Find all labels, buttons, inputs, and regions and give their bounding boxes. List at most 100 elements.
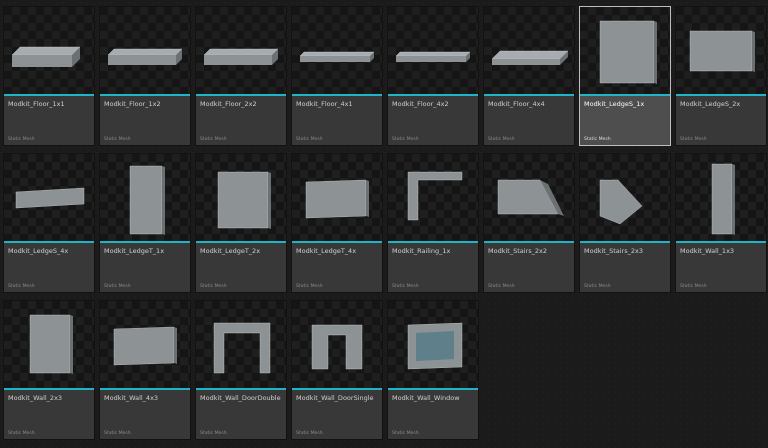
asset-info: Modkit_Stairs_2x2 Static Mesh (484, 243, 574, 292)
asset-name: Modkit_LedgeS_1x (584, 100, 645, 108)
asset-type-label: Static Mesh (392, 284, 419, 289)
asset-thumbnail (388, 154, 478, 241)
asset-tile[interactable]: Modkit_Wall_DoorDouble Static Mesh (195, 300, 287, 440)
mesh-preview-icon (15, 187, 85, 209)
asset-tile[interactable]: Modkit_Floor_2x2 Static Mesh (195, 6, 287, 146)
asset-tile[interactable]: Modkit_Wall_1x3 Static Mesh (675, 153, 767, 293)
asset-type-label: Static Mesh (104, 137, 131, 142)
asset-info: Modkit_Floor_2x2 Static Mesh (196, 96, 286, 145)
asset-type-label: Static Mesh (296, 137, 323, 142)
asset-thumbnail (100, 154, 190, 241)
asset-thumbnail (4, 301, 94, 388)
asset-name: Modkit_LedgeS_2x (680, 100, 741, 108)
asset-tile[interactable]: Modkit_Floor_4x1 Static Mesh (291, 6, 383, 146)
asset-thumbnail (580, 154, 670, 241)
asset-info: Modkit_Floor_4x4 Static Mesh (484, 96, 574, 145)
asset-tile[interactable]: Modkit_Floor_4x2 Static Mesh (387, 6, 479, 146)
mesh-preview-icon (311, 324, 363, 370)
asset-thumbnail (676, 154, 766, 241)
asset-grid: Modkit_Floor_1x1 Static Mesh Modkit_Floor_… (0, 0, 768, 448)
asset-tile[interactable]: Modkit_LedgeS_4x Static Mesh (3, 153, 95, 293)
asset-type-label: Static Mesh (200, 284, 227, 289)
mesh-preview-icon (395, 51, 471, 62)
asset-thumbnail (676, 7, 766, 94)
asset-type-label: Static Mesh (8, 137, 35, 142)
asset-tile[interactable]: Modkit_Wall_Window Static Mesh (387, 300, 479, 440)
asset-name: Modkit_Railing_1x (392, 247, 451, 255)
asset-tile[interactable]: Modkit_Floor_4x4 Static Mesh (483, 6, 575, 146)
asset-info: Modkit_Floor_4x1 Static Mesh (292, 96, 382, 145)
asset-thumbnail (292, 154, 382, 241)
asset-name: Modkit_Stairs_2x2 (488, 247, 547, 255)
asset-tile[interactable]: Modkit_LedgeS_2x Static Mesh (675, 6, 767, 146)
asset-tile[interactable]: Modkit_Wall_2x3 Static Mesh (3, 300, 95, 440)
asset-tile[interactable]: Modkit_Floor_1x1 Static Mesh (3, 6, 95, 146)
asset-type-label: Static Mesh (200, 431, 227, 436)
asset-thumbnail (292, 7, 382, 94)
asset-type-label: Static Mesh (296, 431, 323, 436)
asset-thumbnail (484, 154, 574, 241)
asset-thumbnail (292, 301, 382, 388)
asset-type-label: Static Mesh (104, 431, 131, 436)
asset-info: Modkit_Floor_1x1 Static Mesh (4, 96, 94, 145)
asset-name: Modkit_LedgeT_4x (296, 247, 357, 255)
asset-tile[interactable]: Modkit_LedgeS_1x Static Mesh (579, 6, 671, 146)
asset-info: Modkit_Wall_DoorDouble Static Mesh (196, 390, 286, 439)
mesh-preview-icon (305, 179, 369, 219)
asset-info: Modkit_LedgeT_1x Static Mesh (100, 243, 190, 292)
mesh-preview-icon (407, 171, 463, 221)
asset-tile[interactable]: Modkit_Stairs_2x3 Static Mesh (579, 153, 671, 293)
asset-thumbnail (4, 7, 94, 94)
asset-type-label: Static Mesh (104, 284, 131, 289)
mesh-preview-icon (711, 163, 735, 235)
asset-info: Modkit_Floor_1x2 Static Mesh (100, 96, 190, 145)
mesh-preview-icon (203, 48, 279, 65)
asset-type-label: Static Mesh (680, 284, 707, 289)
asset-name: Modkit_Wall_4x3 (104, 394, 159, 402)
asset-tile[interactable]: Modkit_Floor_1x2 Static Mesh (99, 6, 191, 146)
asset-tile[interactable]: Modkit_LedgeT_2x Static Mesh (195, 153, 287, 293)
asset-type-label: Static Mesh (200, 137, 227, 142)
asset-name: Modkit_Floor_1x1 (8, 100, 65, 108)
asset-thumbnail (484, 7, 574, 94)
asset-name: Modkit_Floor_4x2 (392, 100, 449, 108)
asset-name: Modkit_Floor_4x4 (488, 100, 545, 108)
asset-tile[interactable]: Modkit_Railing_1x Static Mesh (387, 153, 479, 293)
asset-name: Modkit_Wall_Window (392, 394, 460, 402)
mesh-preview-icon (29, 314, 73, 374)
asset-info: Modkit_Stairs_2x3 Static Mesh (580, 243, 670, 292)
asset-thumbnail (388, 301, 478, 388)
asset-tile[interactable]: Modkit_Wall_4x3 Static Mesh (99, 300, 191, 440)
mesh-preview-icon (599, 20, 657, 84)
asset-name: Modkit_Floor_1x2 (104, 100, 161, 108)
asset-tile[interactable]: Modkit_Wall_DoorSingle Static Mesh (291, 300, 383, 440)
asset-info: Modkit_Wall_1x3 Static Mesh (676, 243, 766, 292)
asset-type-label: Static Mesh (488, 137, 515, 142)
asset-info: Modkit_Wall_2x3 Static Mesh (4, 390, 94, 439)
asset-type-label: Static Mesh (8, 284, 35, 289)
asset-thumbnail (4, 154, 94, 241)
asset-tile[interactable]: Modkit_LedgeT_1x Static Mesh (99, 153, 191, 293)
asset-info: Modkit_LedgeT_4x Static Mesh (292, 243, 382, 292)
asset-name: Modkit_Floor_4x1 (296, 100, 353, 108)
mesh-preview-icon (129, 165, 165, 235)
asset-thumbnail (580, 7, 670, 94)
asset-info: Modkit_Wall_Window Static Mesh (388, 390, 478, 439)
mesh-preview-icon (599, 179, 643, 225)
asset-thumbnail (100, 7, 190, 94)
mesh-preview-icon (407, 322, 463, 370)
asset-type-label: Static Mesh (584, 137, 611, 142)
asset-thumbnail (100, 301, 190, 388)
asset-tile[interactable]: Modkit_LedgeT_4x Static Mesh (291, 153, 383, 293)
asset-type-label: Static Mesh (584, 284, 611, 289)
asset-info: Modkit_Railing_1x Static Mesh (388, 243, 478, 292)
mesh-preview-icon (213, 322, 271, 374)
asset-thumbnail (196, 154, 286, 241)
mesh-preview-icon (107, 48, 183, 65)
asset-info: Modkit_LedgeS_2x Static Mesh (676, 96, 766, 145)
asset-info: Modkit_LedgeS_4x Static Mesh (4, 243, 94, 292)
asset-name: Modkit_Floor_2x2 (200, 100, 257, 108)
asset-tile[interactable]: Modkit_Stairs_2x2 Static Mesh (483, 153, 575, 293)
mesh-preview-icon (491, 50, 569, 65)
asset-name: Modkit_Stairs_2x3 (584, 247, 643, 255)
